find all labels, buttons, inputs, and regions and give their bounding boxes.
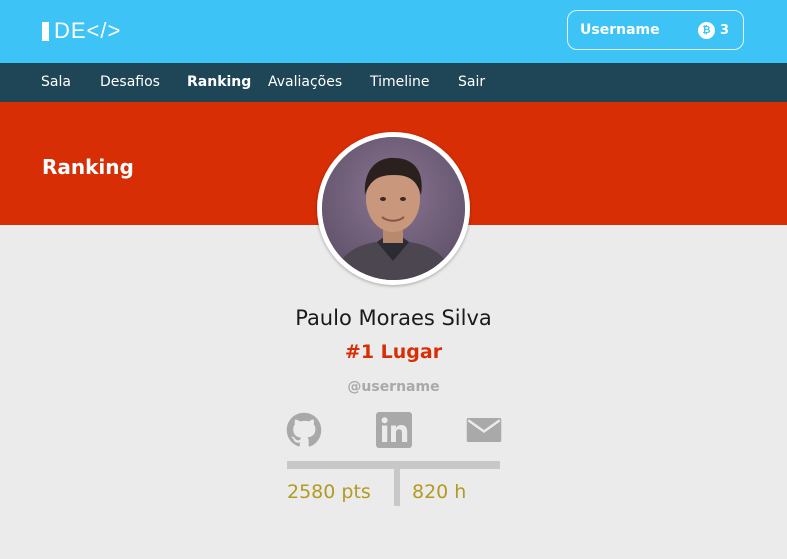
hours-value: 820 h xyxy=(412,481,467,503)
nav-item-ranking[interactable]: Ranking xyxy=(187,74,251,90)
logo-text: DE</> xyxy=(54,18,122,43)
profile-handle: @username xyxy=(347,379,440,395)
stats-divider xyxy=(287,461,500,469)
top-bar: DE</> Username ₿ 3 xyxy=(0,0,787,63)
main-nav: Sala Desafios Ranking Avaliações Timelin… xyxy=(0,63,787,102)
profile-name: Paulo Moraes Silva xyxy=(295,306,492,330)
nav-item-desafios[interactable]: Desafios xyxy=(100,74,160,90)
coin-count: 3 xyxy=(719,22,729,38)
logo[interactable]: DE</> xyxy=(42,18,122,43)
bitcoin-coin-icon: ₿ xyxy=(697,21,715,39)
nav-item-timeline[interactable]: Timeline xyxy=(370,74,430,90)
stats-separator xyxy=(394,469,400,506)
nav-item-sala[interactable]: Sala xyxy=(41,74,71,90)
github-icon[interactable] xyxy=(286,412,322,448)
username-label: Username xyxy=(580,22,660,38)
page-title: Ranking xyxy=(42,155,134,179)
logo-mark xyxy=(42,21,49,41)
linkedin-icon[interactable] xyxy=(376,412,412,448)
avatar xyxy=(317,132,470,285)
rank-label: #1 Lugar xyxy=(344,341,443,363)
mail-icon[interactable] xyxy=(466,412,502,448)
user-menu-button[interactable]: Username ₿ 3 xyxy=(567,10,744,50)
points-value: 2580 pts xyxy=(287,481,371,503)
nav-item-avaliacoes[interactable]: Avaliações xyxy=(268,74,342,90)
avatar-photo xyxy=(322,137,465,280)
nav-item-sair[interactable]: Sair xyxy=(458,74,485,90)
